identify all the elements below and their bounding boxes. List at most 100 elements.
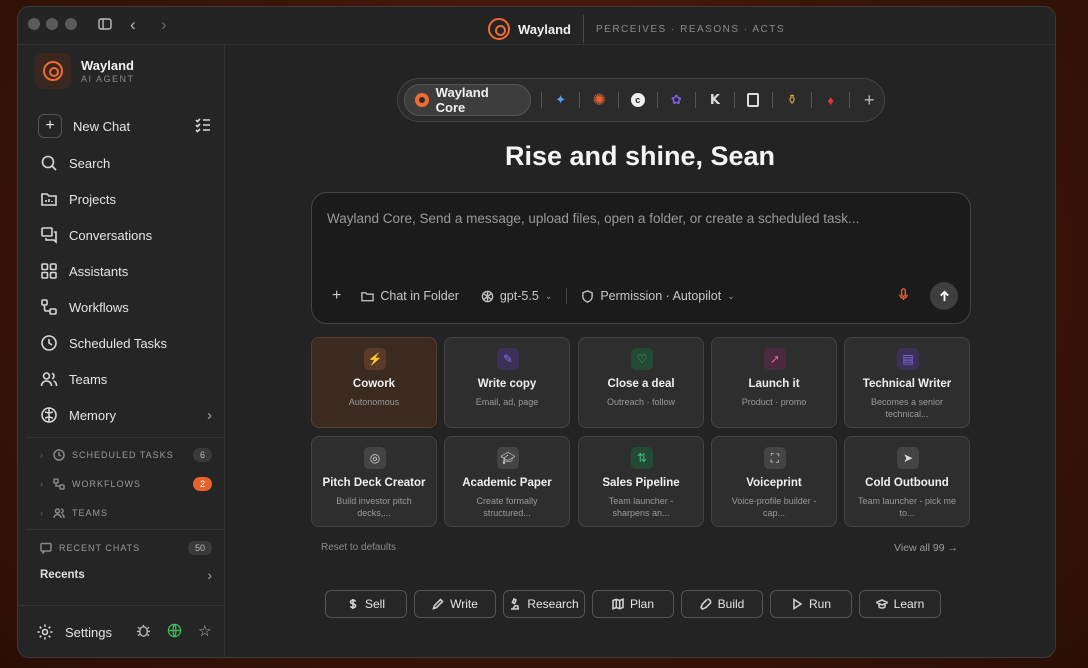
- count-badge: 50: [187, 541, 212, 555]
- card-title: Sales Pipeline: [602, 477, 680, 489]
- chip-write[interactable]: Write: [414, 590, 496, 618]
- close-window-button[interactable]: [28, 18, 40, 30]
- forward-arrow-icon[interactable]: ›: [161, 15, 167, 35]
- chip-run[interactable]: Run: [770, 590, 852, 618]
- card-subtitle: Team launcher - pick me to...: [857, 496, 957, 518]
- claude-burst-icon[interactable]: ✺: [590, 91, 608, 109]
- card-pitch-deck-creator[interactable]: ◎ Pitch Deck Creator Build investor pitc…: [311, 436, 437, 527]
- play-icon: [793, 598, 803, 610]
- send-button[interactable]: [930, 282, 958, 310]
- handshake-icon: ♡: [631, 348, 653, 370]
- chat-icon: [40, 542, 52, 554]
- composer[interactable]: Wayland Core, Send a message, upload fil…: [311, 192, 971, 324]
- zoom-window-button[interactable]: [65, 18, 77, 30]
- sidebar-item-label: Conversations: [69, 227, 153, 243]
- figure-icon[interactable]: ⚱: [783, 91, 801, 109]
- document-icon: ▤: [897, 348, 919, 370]
- star-icon[interactable]: ☆: [198, 622, 211, 640]
- chip-sell[interactable]: Sell: [325, 590, 407, 618]
- sidebar-item-scheduled-tasks[interactable]: Scheduled Tasks: [40, 328, 212, 358]
- minimize-window-button[interactable]: [46, 18, 58, 30]
- card-cold-outbound[interactable]: ➤ Cold Outbound Team launcher - pick me …: [844, 436, 970, 527]
- globe-icon[interactable]: [167, 623, 182, 643]
- chevron-right-icon: ›: [207, 406, 212, 424]
- settings-label: Settings: [65, 624, 112, 640]
- brain-icon: [41, 407, 57, 423]
- chevron-down-icon: ⌄: [544, 290, 553, 301]
- model-divider: [733, 92, 735, 108]
- shield-icon: [582, 289, 594, 303]
- permission-label: Permission · Autopilot: [600, 289, 722, 303]
- chevron-right-icon: ›: [40, 479, 44, 489]
- section-teams[interactable]: › TEAMS: [40, 503, 212, 523]
- chat-in-folder-button[interactable]: Chat in Folder: [361, 289, 459, 303]
- card-title: Cowork: [352, 378, 396, 390]
- sidebar-toggle-icon[interactable]: [98, 17, 112, 34]
- map-icon: [612, 598, 624, 610]
- section-scheduled-tasks[interactable]: › SCHEDULED TASKS 6: [40, 445, 212, 465]
- chip-build[interactable]: Build: [681, 590, 763, 618]
- permission-dropdown[interactable]: Permission · Autopilot ⌄: [581, 289, 735, 303]
- message-input[interactable]: Wayland Core, Send a message, upload fil…: [327, 211, 859, 226]
- chip-learn[interactable]: Learn: [859, 590, 941, 618]
- plus-icon: +: [38, 114, 62, 138]
- folder-icon: [361, 291, 375, 301]
- model-divider: [695, 92, 697, 108]
- sidebar: Wayland AI AGENT + New Chat Search Proje…: [18, 45, 225, 657]
- chip-plan[interactable]: Plan: [592, 590, 674, 618]
- model-selector-bar: Wayland Core ✦ ✺ c ✿ K ⚱ ♦ +: [397, 78, 885, 122]
- reset-to-defaults-link[interactable]: Reset to defaults: [321, 542, 396, 553]
- card-title: Cold Outbound: [865, 477, 949, 489]
- model-divider: [540, 92, 542, 108]
- model-divider: [617, 92, 619, 108]
- wrench-icon: [699, 598, 712, 610]
- sidebar-item-teams[interactable]: Teams: [40, 364, 212, 394]
- users-icon: [53, 508, 65, 519]
- section-workflows[interactable]: › WORKFLOWS 2: [40, 474, 212, 494]
- frame-icon[interactable]: [745, 91, 763, 109]
- checklist-icon[interactable]: [194, 116, 212, 137]
- attach-plus-icon[interactable]: +: [332, 287, 341, 305]
- gear-icon: [37, 624, 53, 640]
- sidebar-divider: [26, 437, 224, 438]
- sidebar-item-assistants[interactable]: Assistants: [40, 256, 212, 286]
- wayland-logo-icon: [415, 93, 429, 107]
- gem-icon[interactable]: ♦: [822, 91, 840, 109]
- section-recent-chats[interactable]: RECENT CHATS 50: [40, 538, 212, 558]
- settings-button[interactable]: Settings: [36, 617, 212, 647]
- back-arrow-icon[interactable]: ‹: [130, 15, 136, 35]
- agent-face-icon[interactable]: c: [629, 91, 647, 109]
- recents-row[interactable]: Recents ›: [40, 565, 212, 585]
- model-wayland-core[interactable]: Wayland Core: [404, 84, 531, 116]
- sidebar-item-memory[interactable]: Memory ›: [40, 400, 212, 430]
- kimi-k-icon[interactable]: K: [706, 91, 724, 109]
- sidebar-app-subtitle: AI AGENT: [81, 74, 135, 84]
- card-academic-paper[interactable]: 🎓︎ Academic Paper Create formally struct…: [444, 436, 570, 527]
- users-icon: [40, 372, 58, 387]
- sidebar-item-conversations[interactable]: Conversations: [40, 220, 212, 250]
- section-label: WORKFLOWS: [72, 479, 141, 489]
- add-model-icon[interactable]: +: [860, 90, 878, 110]
- card-cowork[interactable]: ⚡ Cowork Autonomous: [311, 337, 437, 428]
- swirl-icon[interactable]: ✿: [668, 91, 686, 109]
- card-technical-writer[interactable]: ▤ Technical Writer Becomes a senior tech…: [844, 337, 970, 428]
- card-sales-pipeline[interactable]: ⇅ Sales Pipeline Team launcher - sharpen…: [578, 436, 704, 527]
- new-chat-button[interactable]: + New Chat: [38, 111, 212, 141]
- card-subtitle: Product · promo: [741, 397, 807, 407]
- microphone-icon[interactable]: [897, 288, 910, 304]
- dollar-icon: [349, 599, 357, 609]
- gemini-sparkle-icon[interactable]: ✦: [552, 91, 570, 109]
- sidebar-item-label: Scheduled Tasks: [69, 335, 168, 351]
- active-model-label: Wayland Core: [435, 85, 489, 115]
- card-write-copy[interactable]: ✎ Write copy Email, ad, page: [444, 337, 570, 428]
- sidebar-item-search[interactable]: Search: [40, 148, 212, 178]
- sidebar-item-workflows[interactable]: Workflows: [40, 292, 212, 322]
- card-close-a-deal[interactable]: ♡ Close a deal Outreach · follow: [578, 337, 704, 428]
- model-dropdown[interactable]: gpt-5.5 ⌄: [481, 289, 552, 303]
- chip-research[interactable]: Research: [503, 590, 585, 618]
- card-launch-it[interactable]: ➚ Launch it Product · promo: [711, 337, 837, 428]
- view-all-link[interactable]: View all 99 →: [894, 542, 958, 554]
- bug-icon[interactable]: [136, 623, 151, 643]
- card-voiceprint[interactable]: ⛶ Voiceprint Voice-profile builder - cap…: [711, 436, 837, 527]
- sidebar-item-projects[interactable]: Projects: [40, 184, 212, 214]
